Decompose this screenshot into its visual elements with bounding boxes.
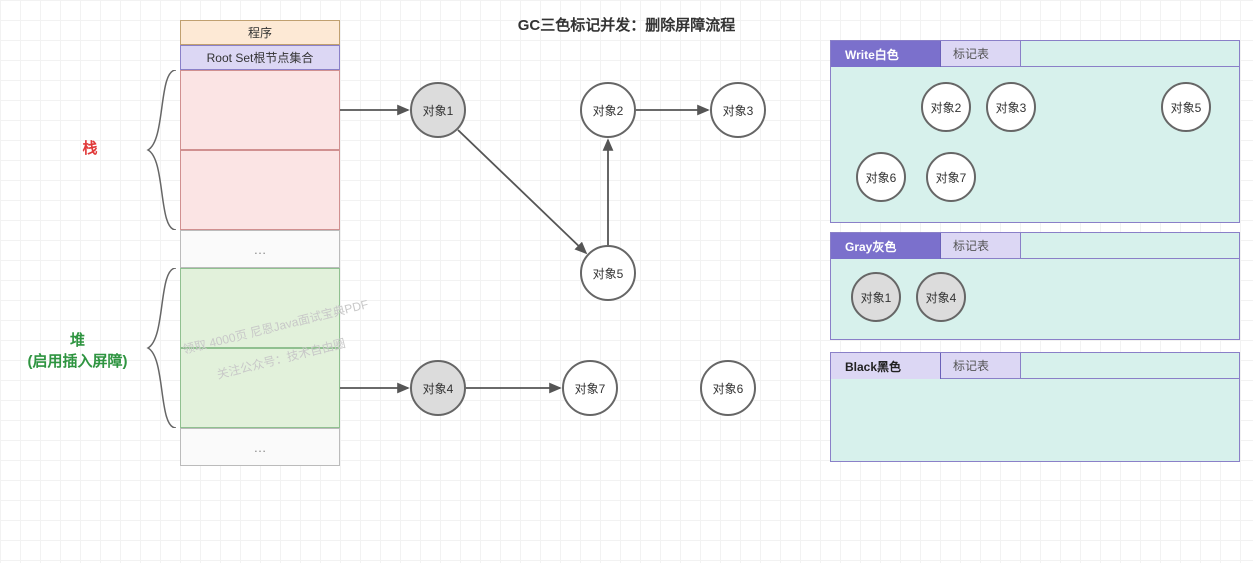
panel-black-subtitle: 标记表 [941, 353, 1021, 379]
gap-row-2: … [180, 428, 340, 466]
panel-gray-subtitle: 标记表 [941, 233, 1021, 259]
root-set-box: Root Set根节点集合 [180, 45, 340, 70]
brace-stack-icon [138, 70, 178, 230]
heap-label-line1: 堆 [70, 332, 85, 349]
panel-black-title: Black黑色 [831, 353, 941, 379]
heap-row-2 [180, 348, 340, 428]
stack-row-1 [180, 70, 340, 150]
white-obj-7: 对象7 [926, 152, 976, 202]
white-obj-3: 对象3 [986, 82, 1036, 132]
gray-obj-1: 对象1 [851, 272, 901, 322]
program-header: 程序 [180, 20, 340, 45]
panel-white-title: Write白色 [831, 41, 941, 67]
brace-heap-icon [138, 268, 178, 428]
white-obj-6: 对象6 [856, 152, 906, 202]
heap-label: 堆 (启用插入屏障) [15, 330, 140, 372]
node-object-5: 对象5 [580, 245, 636, 301]
panel-white-subtitle: 标记表 [941, 41, 1021, 67]
node-object-2: 对象2 [580, 82, 636, 138]
heap-label-line2: (启用插入屏障) [28, 353, 128, 370]
node-object-1: 对象1 [410, 82, 466, 138]
white-obj-5: 对象5 [1161, 82, 1211, 132]
gap-row-1: … [180, 230, 340, 268]
gray-obj-4: 对象4 [916, 272, 966, 322]
node-object-4: 对象4 [410, 360, 466, 416]
white-obj-2: 对象2 [921, 82, 971, 132]
node-object-6: 对象6 [700, 360, 756, 416]
node-object-7: 对象7 [562, 360, 618, 416]
panel-gray-title: Gray灰色 [831, 233, 941, 259]
stack-label: 栈 [50, 138, 130, 159]
panel-white: Write白色 标记表 对象2 对象3 对象5 对象6 对象7 [830, 40, 1240, 223]
panel-black: Black黑色 标记表 [830, 352, 1240, 462]
heap-row-1 [180, 268, 340, 348]
node-object-3: 对象3 [710, 82, 766, 138]
panel-gray: Gray灰色 标记表 对象1 对象4 [830, 232, 1240, 340]
stack-row-2 [180, 150, 340, 230]
